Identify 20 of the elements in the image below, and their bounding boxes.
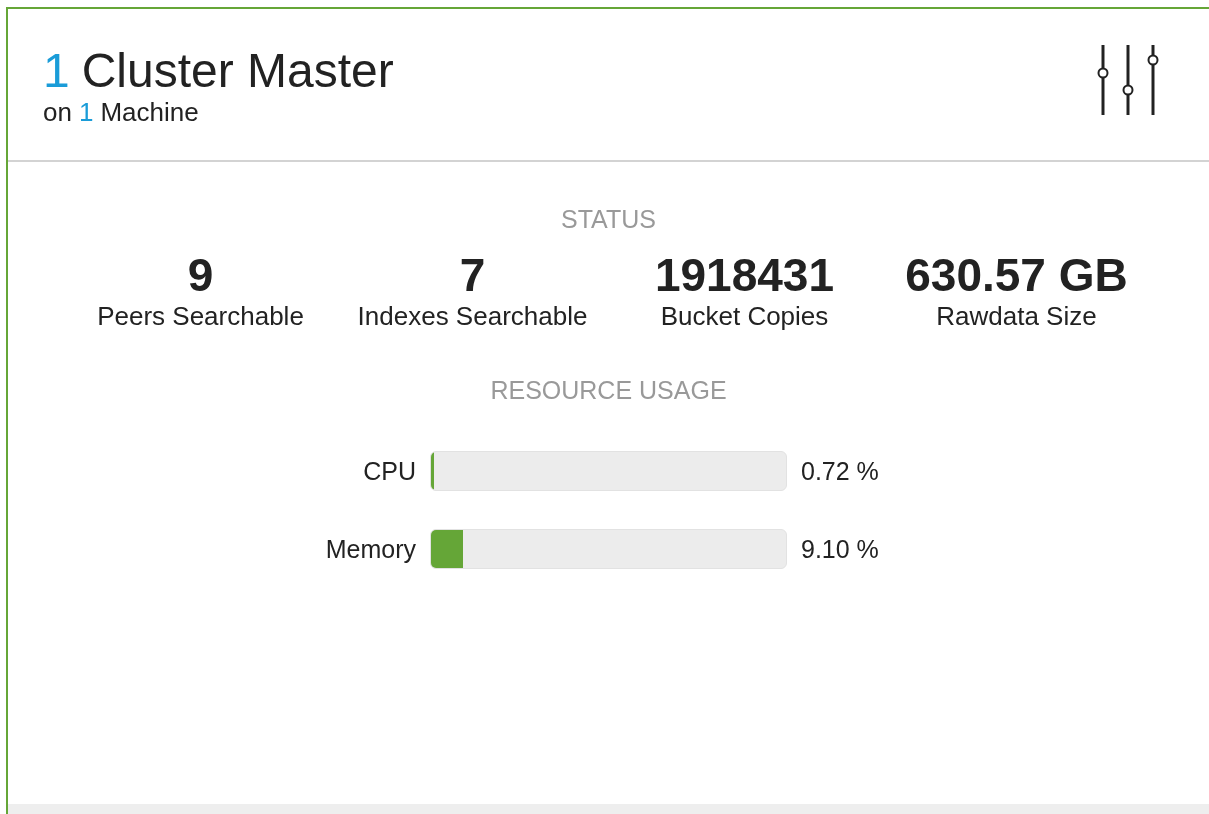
stat-label: Peers Searchable [97,300,304,332]
stat-label: Bucket Copies [660,300,829,332]
settings-icon[interactable] [1097,42,1159,117]
stat-label: Indexes Searchable [357,300,588,332]
resource-usage-heading: RESOURCE USAGE [490,375,727,405]
stat-value: 7 [459,250,486,300]
master-count: 1 [43,44,70,97]
meter-label: CPU [362,456,416,486]
meter-reading: 0.72 % [801,456,880,486]
stat-value: 1918431 [654,250,835,300]
meter-reading: 9.10 % [801,534,880,564]
meter-label: Memory [324,534,416,564]
stat-label: Rawdata Size [936,300,1097,332]
subtitle-prefix: on [43,96,72,127]
status-heading: STATUS [561,204,656,234]
stat-value: 9 [187,250,214,300]
subtitle-suffix: Machine [100,96,199,127]
machine-count: 1 [78,96,94,127]
stat-value: 630.57 GB [905,250,1128,300]
card-title: Cluster Master [81,44,394,97]
